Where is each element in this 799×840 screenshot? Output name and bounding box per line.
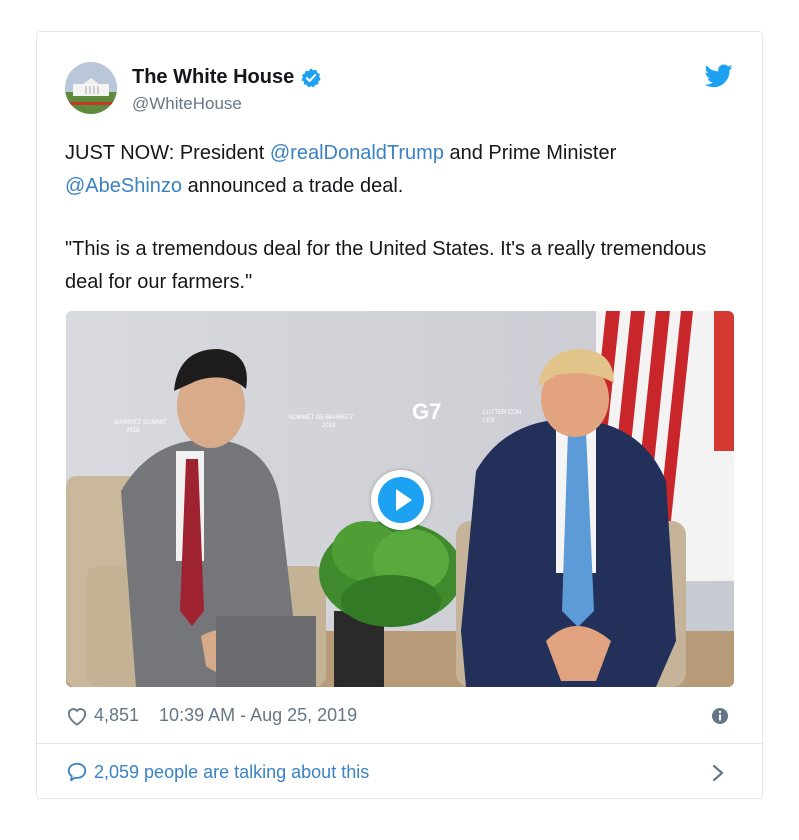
tweet-text-end: announced a trade deal. <box>182 175 404 197</box>
chevron-right-icon[interactable] <box>711 763 725 783</box>
account-name[interactable]: The White House <box>132 66 294 89</box>
backdrop-text: BIARRITZ SUMMIT <box>114 420 167 426</box>
like-count[interactable]: 4,851 <box>94 705 139 726</box>
footer-divider <box>37 743 762 744</box>
mention-link-abeshinzo[interactable]: @AbeShinzo <box>65 175 182 197</box>
tweet-paragraph-1: JUST NOW: President @realDonaldTrump and… <box>65 137 735 203</box>
tweet-text: JUST NOW: President @realDonaldTrump and… <box>65 137 735 299</box>
tweet-meta: 4,851 10:39 AM - Aug 25, 2019 <box>66 705 357 726</box>
verified-badge-icon <box>301 67 321 87</box>
backdrop-text: 2019 <box>322 423 336 429</box>
play-icon <box>378 477 424 523</box>
play-button[interactable] <box>371 470 431 530</box>
avatar[interactable] <box>65 62 117 114</box>
heart-icon[interactable] <box>66 706 88 726</box>
backdrop-text: SOMMET DE BIARRITZ <box>288 415 354 421</box>
info-icon[interactable] <box>711 707 729 725</box>
g7-logo: G7 <box>412 399 441 424</box>
conversation-link[interactable]: 2,059 people are talking about this <box>66 761 369 783</box>
tweet-text-prefix: JUST NOW: President <box>65 142 270 164</box>
twitter-bird-icon[interactable] <box>705 64 733 88</box>
timestamp-link[interactable]: 10:39 AM - Aug 25, 2019 <box>159 705 357 726</box>
account-handle[interactable]: @WhiteHouse <box>132 94 242 114</box>
account-name-row[interactable]: The White House <box>132 66 322 89</box>
mention-link-realdonaldtrump[interactable]: @realDonaldTrump <box>270 142 444 164</box>
tweet-text-middle: and Prime Minister <box>443 142 617 164</box>
speech-bubble-icon <box>67 762 87 782</box>
tweet-quote: "This is a tremendous deal for the Unite… <box>65 238 707 293</box>
backdrop-text: LES <box>483 418 494 424</box>
backdrop-text: 2019 <box>126 428 140 434</box>
conversation-label[interactable]: 2,059 people are talking about this <box>94 762 369 783</box>
backdrop-text: LUTTER CON <box>483 410 521 416</box>
